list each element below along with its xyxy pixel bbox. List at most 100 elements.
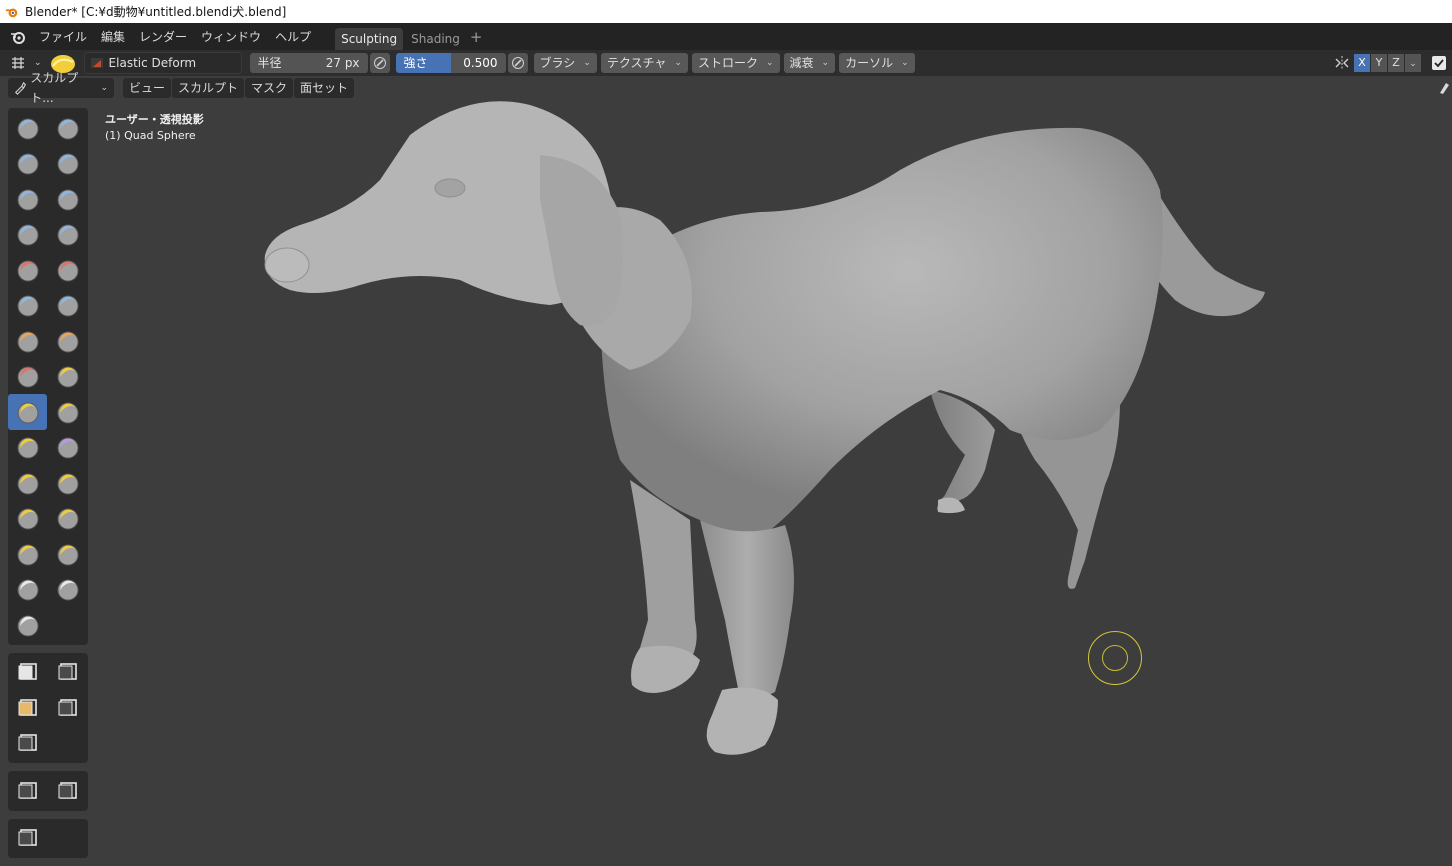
tool-line-project[interactable] [8, 726, 47, 762]
menu-view[interactable]: ビュー [123, 78, 172, 98]
tool-elastic-deform[interactable] [8, 394, 47, 430]
cursor-dropdown[interactable]: カーソル ⌄ [839, 53, 915, 73]
menu-file[interactable]: ファイル [32, 28, 94, 45]
tool-cloth-filter[interactable] [48, 773, 87, 809]
chevron-down-icon: ⌄ [100, 83, 108, 93]
tool-crease[interactable] [8, 252, 47, 288]
mirror-y-toggle[interactable]: Y [1371, 54, 1387, 72]
multires-displacement-icon [17, 615, 38, 637]
tool-draw[interactable] [8, 110, 47, 146]
menu-help[interactable]: ヘルプ [268, 28, 318, 45]
tool-nudge[interactable] [8, 465, 47, 501]
tool-draw-face-sets[interactable] [48, 572, 87, 608]
strength-pressure-toggle[interactable] [507, 53, 528, 73]
mask-icon [17, 579, 38, 601]
falloff-dropdown-label: 減衰 [789, 56, 814, 70]
chevron-down-icon: ⌄ [765, 58, 774, 68]
interaction-mode-dropdown[interactable]: スカルプト... ⌄ [8, 71, 114, 105]
boundary-icon [57, 508, 78, 530]
tool-fill[interactable] [48, 288, 87, 324]
draw-sharp-icon [57, 118, 78, 140]
falloff-dropdown[interactable]: 減衰 ⌄ [783, 53, 836, 73]
menu-mask[interactable]: マスク [245, 78, 294, 98]
blender-app-icon [5, 8, 18, 17]
inflate-icon [17, 224, 38, 246]
tool-mask[interactable] [8, 572, 47, 608]
blender-logo-icon[interactable] [10, 29, 26, 45]
grab-icon [57, 366, 78, 388]
window-title-bar: Blender* [C:¥d動物¥untitled.blendi犬.blend] [0, 0, 1452, 23]
filter-tools [8, 771, 88, 811]
brush-name: Elastic Deform [108, 56, 197, 70]
tool-color-filter[interactable] [8, 821, 47, 857]
cloth-icon [17, 544, 38, 566]
snake-hook-icon [57, 402, 78, 424]
pen-pressure-icon [373, 57, 386, 69]
scrape-icon [17, 331, 38, 353]
menu-render[interactable]: レンダー [132, 28, 194, 45]
tool-box-hide[interactable] [48, 655, 87, 691]
brush-dropdown[interactable]: ブラシ ⌄ [533, 53, 597, 73]
tool-layer[interactable] [48, 181, 87, 217]
fill-icon [57, 295, 78, 317]
tool-pose[interactable] [48, 430, 87, 466]
tool-mesh-filter[interactable] [8, 773, 47, 809]
tool-cloth[interactable] [8, 536, 47, 572]
draw-face-sets-icon [57, 579, 78, 601]
tool-thumb[interactable] [8, 430, 47, 466]
texture-dropdown[interactable]: テクスチャ ⌄ [600, 53, 688, 73]
tool-snake-hook[interactable] [48, 394, 87, 430]
tool-inflate[interactable] [8, 217, 47, 253]
stroke-dropdown[interactable]: ストローク ⌄ [691, 53, 780, 73]
pen-pressure-icon [511, 57, 524, 69]
symmetry-options-dropdown[interactable]: ⌄ [1405, 54, 1421, 72]
tool-box-mask[interactable] [8, 655, 47, 691]
menu-face-sets[interactable]: 面セット [294, 78, 355, 98]
multiplane-scrape-icon [57, 331, 78, 353]
mesh-filter-icon [18, 781, 37, 799]
tab-sculpting[interactable]: Sculpting [335, 27, 404, 50]
strength-value: 0.500 [463, 56, 498, 70]
mirror-x-toggle[interactable]: X [1354, 54, 1370, 72]
tool-clay[interactable] [8, 146, 47, 182]
tool-smooth[interactable] [48, 252, 87, 288]
tool-box-trim[interactable] [48, 690, 87, 726]
tool-pinch[interactable] [8, 359, 47, 395]
tool-clay-thumb[interactable] [8, 181, 47, 217]
radius-pressure-toggle[interactable] [369, 53, 390, 73]
add-workspace-button[interactable]: + [470, 28, 483, 46]
tool-multiplane-scrape[interactable] [48, 323, 87, 359]
menu-edit[interactable]: 編集 [94, 28, 132, 45]
tool-flatten[interactable] [8, 288, 47, 324]
top-menu-bar: ファイル 編集 レンダー ウィンドウ ヘルプ Sculpting Shading… [0, 23, 1452, 50]
tool-scrape[interactable] [8, 323, 47, 359]
tool-simplify[interactable] [48, 536, 87, 572]
tool-multires-displacement[interactable] [8, 607, 47, 643]
brush-dropdown-label: ブラシ [539, 56, 576, 70]
tool-settings-icon [12, 57, 24, 69]
radius-label: 半径 [257, 56, 282, 70]
tool-clay-strips[interactable] [48, 146, 87, 182]
mirror-z-toggle[interactable]: Z [1388, 54, 1404, 72]
radius-field[interactable]: 半径 27 px [249, 53, 368, 73]
tab-shading[interactable]: Shading [405, 28, 466, 50]
nudge-icon [17, 473, 38, 495]
tool-grab[interactable] [48, 359, 87, 395]
tool-draw-sharp[interactable] [48, 110, 87, 146]
3d-viewport[interactable]: ユーザー・透視投影 (1) Quad Sphere [0, 100, 1452, 849]
brush-selector[interactable]: Elastic Deform [83, 52, 242, 74]
texture-dropdown-label: テクスチャ [606, 56, 667, 70]
strength-field[interactable]: 強さ 0.500 [395, 53, 506, 73]
chevron-down-icon: ⌄ [901, 58, 909, 68]
checkbox-toggle[interactable] [1432, 56, 1446, 70]
sidebar-toggle-icon[interactable] [1438, 81, 1450, 95]
tool-slide-relax[interactable] [8, 501, 47, 537]
menu-sculpt[interactable]: スカルプト [172, 78, 245, 98]
tool-box-face-set[interactable] [8, 690, 47, 726]
mask-tools [8, 652, 88, 763]
menu-window[interactable]: ウィンドウ [194, 28, 268, 45]
symmetry-icon[interactable] [1334, 55, 1350, 71]
tool-rotate[interactable] [48, 465, 87, 501]
tool-boundary[interactable] [48, 501, 87, 537]
tool-blob[interactable] [48, 217, 87, 253]
